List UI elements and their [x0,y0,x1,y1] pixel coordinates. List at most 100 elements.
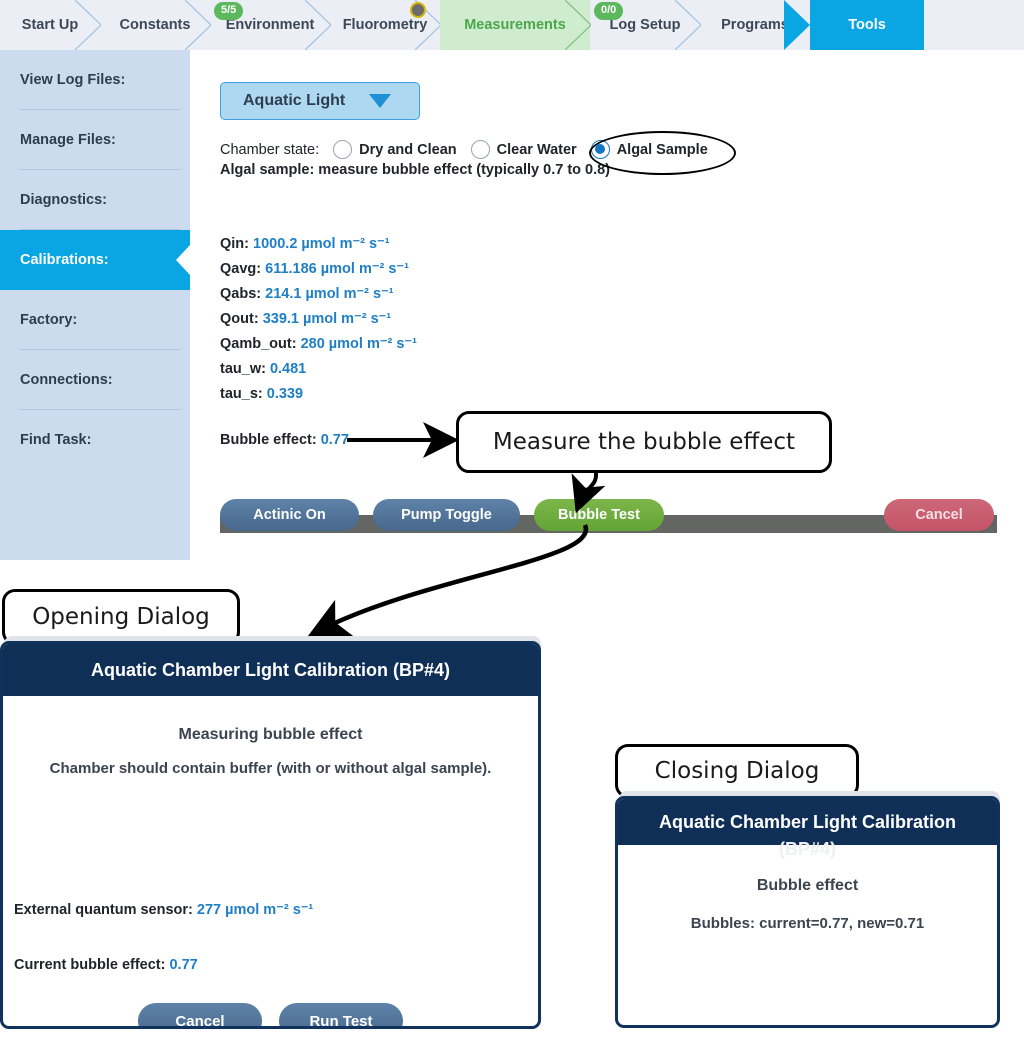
nav-step-label: Start Up [21,17,79,33]
nav-step-environment[interactable]: Environment 5/5 [210,0,331,50]
readout-unit: µmol m⁻² s⁻¹ [320,261,409,277]
current-bubble-label: Current bubble effect: [14,957,166,973]
dialog-closing: Aquatic Chamber Light Calibration (BP#4)… [615,796,1000,1028]
radio-clear-water[interactable] [470,140,490,159]
radio-label-dry-and-clean[interactable]: Dry and Clean [359,142,457,158]
sidebar-item-label: Manage Files: [20,132,116,148]
dialog-opening-cancel-button[interactable]: Cancel [138,1003,262,1026]
dialog-opening-actions: Cancel Run Test [3,1003,538,1026]
sidebar-item-factory[interactable]: Factory: [0,290,190,350]
nav-step-chevron-icon [75,0,101,50]
sidebar-item-calibrations[interactable]: Calibrations: [0,230,204,290]
sidebar-item-manage-files[interactable]: Manage Files: [0,110,190,170]
readout-qavg: Qavg: 611.186 µmol m⁻² s⁻¹ [220,257,417,282]
sidebar-item-label: Factory: [20,312,78,328]
sidebar-item-label: Connections: [20,372,113,388]
nav-step-tools[interactable]: Tools [784,0,924,50]
bubble-effect-value: 0.77 [320,432,349,448]
sidebar-item-label: Diagnostics: [20,192,108,208]
pump-toggle-button[interactable]: Pump Toggle [373,499,520,531]
dialog-closing-heading: Bubble effect [756,877,859,894]
dialog-closing-title: Aquatic Chamber Light Calibration [618,799,997,845]
nav-step-log-setup[interactable]: Log Setup 0/0 [590,0,701,50]
readout-value: 214.1 [265,286,306,302]
dialog-opening: Aquatic Chamber Light Calibration (BP#4)… [0,641,541,1029]
chamber-state-hint: Algal sample: measure bubble effect (typ… [220,162,611,178]
sidebar-item-view-log-files[interactable]: View Log Files: [0,50,190,110]
dropdown-value: Aquatic Light [243,92,346,109]
nav-step-status-dot-icon [410,2,426,18]
annotation-closing-dialog: Closing Dialog [615,744,859,798]
actinic-on-button[interactable]: Actinic On [220,499,359,531]
nav-step-measurements[interactable]: Measurements [440,0,591,50]
sidebar-item-find-task[interactable]: Find Task: [0,410,190,470]
external-sensor-label: External quantum sensor: [14,902,193,918]
cancel-button[interactable]: Cancel [884,499,994,531]
nav-step-constants[interactable]: Constants [100,0,211,50]
readout-value: 339.1 [262,311,304,327]
highlight-ellipse-algal-sample [589,131,736,175]
nav-step-start-up[interactable]: Start Up [0,0,101,50]
dialog-opening-title: Aquatic Chamber Light Calibration (BP#4) [3,644,538,696]
readout-value: 611.186 [265,261,321,277]
nav-step-label: Programs [721,17,789,33]
readout-value: 0.339 [266,386,304,402]
sidebar-item-connections[interactable]: Connections: [0,350,190,410]
nav-step-label: Environment [225,17,315,33]
bubble-effect-readout: Bubble effect: 0.77 [220,432,349,448]
readout-qabs: Qabs: 214.1 µmol m⁻² s⁻¹ [220,282,417,307]
readout-tau_s: tau_s: 0.339 [220,382,417,407]
nav-step-fluorometry[interactable]: Fluorometry [330,0,441,50]
readout-unit: µmol m⁻² s⁻¹ [301,236,390,252]
readout-unit: µmol m⁻² s⁻¹ [303,311,392,327]
dialog-opening-body: Measuring bubble effect Chamber should c… [3,726,538,1026]
readout-tau_w: tau_w: 0.481 [220,357,417,382]
readout-label: Qabs: [220,286,266,302]
radio-dry-and-clean[interactable] [333,140,353,159]
chevron-down-icon [369,94,391,108]
current-bubble-value: 0.77 [169,957,198,973]
nav-step-label: Fluorometry [342,17,428,33]
readout-unit: µmol m⁻² s⁻¹ [305,286,394,302]
readout-value: 280 [300,336,329,352]
main-panel: Aquatic Light Chamber state: Dry and Cle… [190,50,1024,560]
readout-unit: µmol m⁻² s⁻¹ [328,336,417,352]
dialog-opening-subtext: Chamber should contain buffer (with or w… [49,760,492,777]
nav-step-label: Tools [848,17,886,33]
sidebar-item-label: Find Task: [20,432,92,448]
dialog-opening-row-external-sensor: External quantum sensor: 277 µmol m⁻² s⁻… [14,902,313,918]
sidebar-item-diagnostics[interactable]: Diagnostics: [0,170,190,230]
sidebar: View Log Files: Manage Files: Diagnostics:… [0,50,204,560]
readout-label: Qamb_out: [220,336,301,352]
sidebar-item-label: Calibrations: [20,252,109,268]
nav-step-label: Measurements [464,17,566,33]
readout-value: 0.481 [269,361,307,377]
bubble-effect-label: Bubble effect: [220,432,317,448]
readout-label: tau_w: [220,361,270,377]
dialog-closing-body: Bubble effect Bubbles: current=0.77, new… [618,877,997,932]
dialog-opening-row-current-bubble: Current bubble effect: 0.77 [14,957,198,973]
readout-value: 1000.2 [253,236,302,252]
readout-qout: Qout: 339.1 µmol m⁻² s⁻¹ [220,307,417,332]
nav-tools-leading-chevron-icon [784,0,810,50]
nav-step-badge: 0/0 [594,2,624,20]
wizard-nav: Start Up Constants Environment 5/5 Fluoromet… [0,0,1024,50]
external-sensor-value: 277 µmol m⁻² s⁻¹ [196,902,314,918]
bubble-test-button[interactable]: Bubble Test [534,499,664,531]
nav-step-label: Constants [119,17,191,33]
readout-qin: Qin: 1000.2 µmol m⁻² s⁻¹ [220,232,417,257]
nav-step-badge: 5/5 [214,2,244,20]
chamber-state-label: Chamber state: [220,141,320,158]
dialog-closing-subtext: Bubbles: current=0.77, new=0.71 [690,915,925,932]
dialog-opening-run-test-button[interactable]: Run Test [279,1003,403,1026]
readout-list: Qin: 1000.2 µmol m⁻² s⁻¹ Qavg: 611.186 µm… [220,232,417,407]
readout-qamb_out: Qamb_out: 280 µmol m⁻² s⁻¹ [220,332,417,357]
annotation-measure-bubble-effect: Measure the bubble effect [456,411,832,473]
calibration-type-dropdown[interactable]: Aquatic Light [220,82,420,120]
sidebar-item-label: View Log Files: [20,72,126,88]
nav-step-label: Log Setup [609,17,681,33]
readout-label: tau_s: [220,386,267,402]
radio-label-clear-water[interactable]: Clear Water [497,142,577,158]
readout-label: Qout: [220,311,263,327]
nav-step-chevron-icon [565,0,591,50]
